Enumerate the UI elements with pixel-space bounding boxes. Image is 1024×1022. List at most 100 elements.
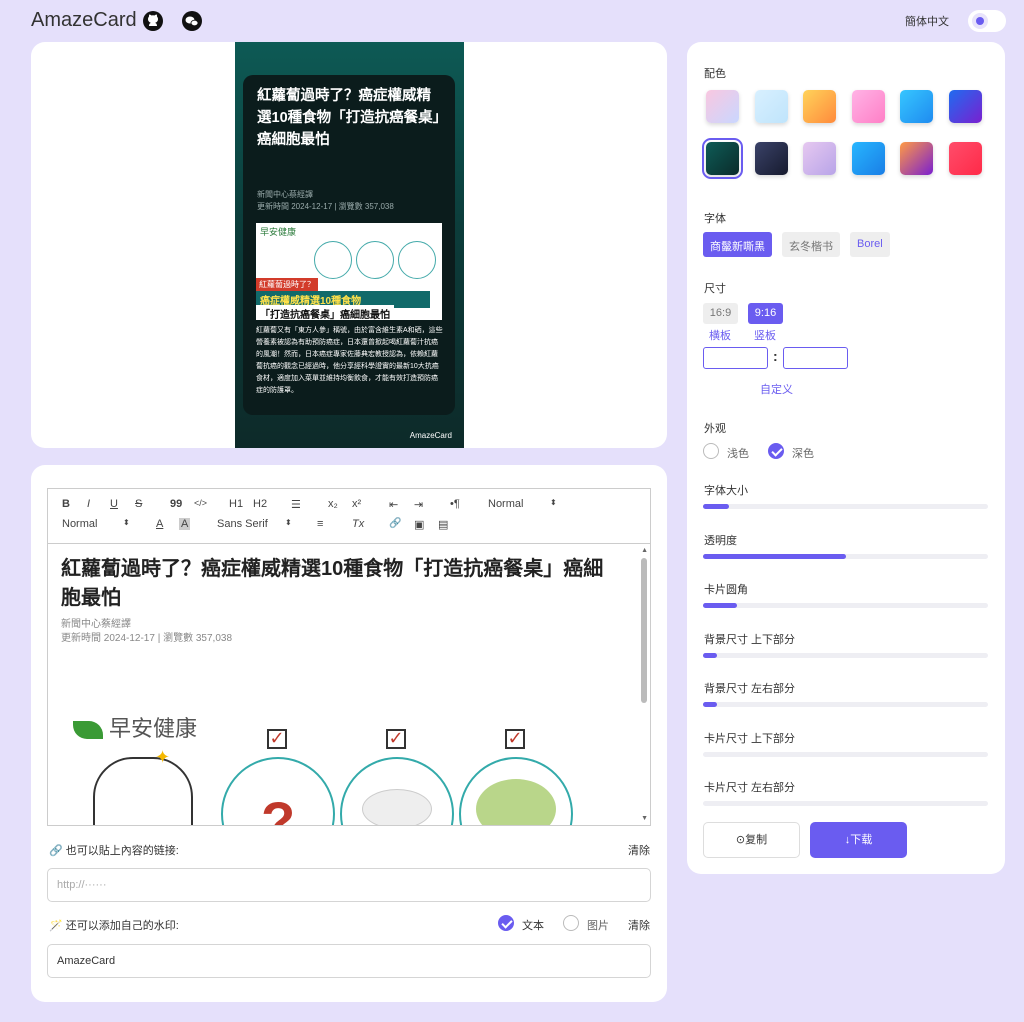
link-chain-icon: 🔗 — [49, 845, 63, 857]
brand-title[interactable]: AmazeCard — [31, 9, 137, 32]
editor-author[interactable]: 新聞中心蔡經譯 — [61, 615, 131, 630]
text-color-button[interactable]: A — [156, 518, 163, 530]
watermark-text-radio[interactable] — [498, 915, 514, 931]
quote-button[interactable]: 99 — [170, 498, 182, 510]
color-swatch[interactable] — [851, 90, 885, 123]
underline-button[interactable]: U — [110, 498, 118, 510]
scroll-up-icon[interactable]: ▲ — [641, 547, 648, 554]
color-swatch[interactable] — [702, 138, 743, 179]
slider-track[interactable] — [703, 504, 988, 509]
color-swatch[interactable] — [803, 142, 836, 175]
watermark-clear-button[interactable]: 清除 — [628, 917, 650, 933]
appearance-light-radio[interactable] — [703, 443, 719, 459]
download-button[interactable]: ↓下载 — [810, 822, 907, 858]
header-select[interactable]: Normal — [488, 498, 523, 510]
color-swatch[interactable] — [900, 142, 933, 175]
garlic-circle — [340, 757, 454, 825]
custom-width-input[interactable] — [703, 347, 768, 369]
h2-button[interactable]: H2 — [253, 498, 267, 510]
slider-fill — [703, 504, 729, 509]
preview-title: 紅蘿蔔過時了？癌症權威精選10種食物「打造抗癌餐桌」癌細胞最怕 — [257, 88, 440, 148]
color-swatch[interactable] — [754, 142, 788, 175]
color-swatch[interactable] — [851, 142, 885, 175]
link-icon[interactable]: 🔗 — [389, 518, 401, 529]
theme-toggle[interactable] — [968, 10, 1006, 32]
indent-button[interactable]: ⇥ — [414, 498, 423, 511]
doctor-illustration — [93, 757, 193, 825]
settings-panel: 配色 字体 商鬣新嘶黑 玄冬楷书 Borel 尺寸 16:9 9:16 横板 竖… — [687, 42, 1005, 874]
garlic-icon — [362, 789, 432, 825]
font-select[interactable]: Sans Serif — [217, 518, 268, 530]
check-icon: ✓ — [386, 729, 406, 749]
strike-button[interactable]: S — [135, 498, 142, 510]
font-option-1[interactable]: 商鬣新嘶黑 — [703, 232, 772, 257]
github-icon[interactable] — [142, 10, 164, 32]
ratio-separator: : — [773, 348, 778, 364]
slider-label: 卡片尺寸 左右部分 — [704, 782, 796, 794]
h1-button[interactable]: H1 — [229, 498, 243, 510]
slider-fill — [703, 553, 846, 559]
italic-button[interactable]: I — [87, 498, 90, 510]
slider-track[interactable] — [703, 702, 988, 707]
slider-track[interactable] — [703, 801, 988, 806]
watermark-input[interactable]: AmazeCard — [47, 944, 651, 978]
color-swatch[interactable] — [900, 90, 933, 123]
custom-size-button[interactable]: 自定义 — [760, 381, 793, 397]
color-swatch[interactable] — [706, 90, 739, 123]
superscript-button[interactable]: x² — [352, 498, 361, 510]
color-swatch[interactable] — [948, 90, 982, 123]
rtl-button[interactable]: •¶ — [450, 498, 460, 510]
editor-title[interactable]: 紅蘿蔔過時了？癌症權威精選10種食物「打造抗癌餐桌」癌細胞最怕 — [61, 555, 621, 613]
check-icon: ✓ — [505, 729, 525, 749]
slider-track[interactable] — [703, 553, 988, 559]
font-option-3[interactable]: Borel — [850, 232, 890, 257]
link-label: 🔗 也可以貼上內容的链接: — [49, 845, 179, 857]
preview-image-caption-1: 紅蘿蔔過時了？ — [256, 278, 318, 291]
size-select[interactable]: Normal — [62, 518, 97, 530]
color-swatch[interactable] — [803, 90, 836, 123]
outdent-button[interactable]: ⇤ — [389, 498, 398, 511]
slider-track[interactable] — [703, 751, 988, 757]
appearance-dark-radio[interactable] — [768, 443, 784, 459]
watermark-image-radio[interactable] — [563, 915, 579, 931]
leaf-icon — [73, 721, 103, 740]
appearance-label: 外观 — [704, 423, 726, 435]
preview-image-logo: 早安健康 — [260, 227, 297, 237]
slider-fill — [703, 603, 738, 608]
slider-track[interactable] — [703, 652, 988, 658]
slider-fill — [703, 702, 718, 707]
preview-author: 新聞中心蔡經譯 — [257, 190, 313, 199]
link-clear-button[interactable]: 清除 — [628, 842, 650, 858]
subscript-button[interactable]: x₂ — [328, 498, 338, 510]
bold-button[interactable]: B — [62, 498, 70, 510]
appearance-dark-label: 深色 — [792, 448, 814, 460]
editor-toolbar: B I U S 99 </> H1 H2 ☰ x₂ x² ⇤ ⇥ •¶ Norm… — [47, 488, 651, 543]
preview-image: 早安健康 紅蘿蔔過時了？ 癌症權威精選10種食物 「打造抗癌餐桌」癌細胞最怕 — [256, 223, 442, 320]
editor-content[interactable]: 紅蘿蔔過時了？癌症權威精選10種食物「打造抗癌餐桌」癌細胞最怕 新聞中心蔡經譯 … — [47, 543, 651, 826]
align-button[interactable]: ≡ — [317, 518, 323, 530]
color-swatch[interactable] — [754, 90, 788, 123]
slider-track[interactable] — [703, 603, 988, 608]
video-icon[interactable]: ▤ — [438, 518, 448, 531]
bg-color-button[interactable]: A — [179, 518, 191, 530]
size-16-9-button[interactable]: 16:9 — [703, 303, 738, 324]
wand-icon: 🪄 — [49, 920, 63, 932]
code-button[interactable]: </> — [194, 498, 207, 508]
editor-updated[interactable]: 更新時間 2024-12-17 | 瀏覽數 357,038 — [61, 629, 232, 644]
clean-format-button[interactable]: Tx — [352, 518, 364, 530]
size-label: 尺寸 — [704, 283, 726, 295]
custom-height-input[interactable] — [783, 347, 848, 369]
editor-scrollbar[interactable] — [641, 558, 647, 703]
font-option-2[interactable]: 玄冬楷书 — [782, 232, 840, 257]
image-icon[interactable]: ▣ — [414, 518, 424, 531]
scroll-down-icon[interactable]: ▼ — [641, 815, 648, 822]
color-swatch[interactable] — [948, 142, 982, 175]
color-label: 配色 — [704, 68, 726, 80]
copy-button[interactable]: ⊙复制 — [703, 822, 800, 858]
wechat-icon[interactable] — [181, 10, 203, 32]
link-input[interactable]: http://······ — [47, 868, 651, 902]
size-9-16-button[interactable]: 9:16 — [748, 303, 783, 324]
header-select-chevron-icon: ⬍ — [550, 498, 557, 507]
language-switch[interactable]: 簡体中文 — [905, 13, 949, 29]
list-button[interactable]: ☰ — [291, 498, 301, 511]
